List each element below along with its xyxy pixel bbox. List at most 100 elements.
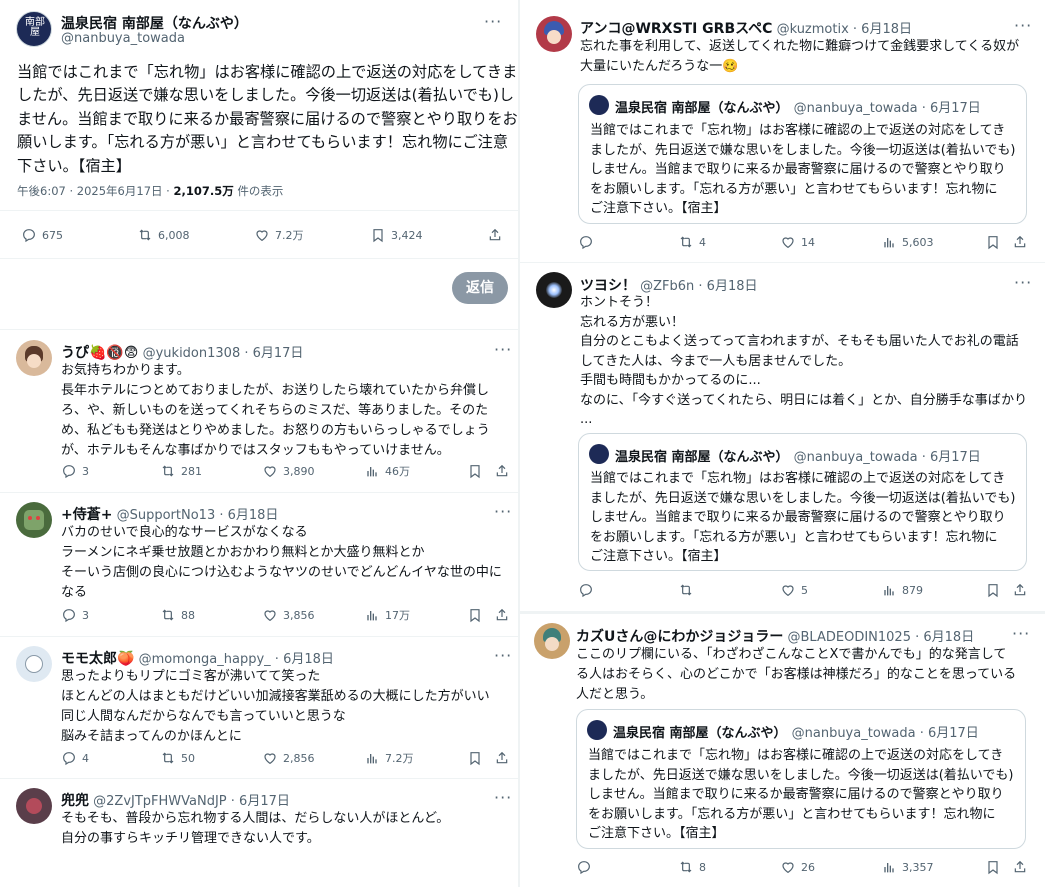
share-action[interactable] (1012, 582, 1028, 598)
share-action[interactable] (1012, 234, 1028, 250)
author-name[interactable]: うぴ🍓🔞😨 (61, 345, 138, 361)
bookmark-action[interactable] (985, 582, 1001, 598)
author-name[interactable]: モモ太郎🍑 (61, 651, 134, 667)
bookmark-action[interactable] (985, 859, 1001, 875)
bookmark-action[interactable] (467, 463, 483, 479)
like-action[interactable]: 7.2万 (254, 227, 304, 243)
reply-line: なる (61, 585, 88, 600)
bookmark-action[interactable]: 3,424 (370, 227, 423, 243)
like-action[interactable]: 14 (780, 234, 815, 250)
reply-icon (61, 463, 77, 479)
like-count: 5 (801, 583, 808, 597)
more-icon[interactable]: ··· (484, 12, 502, 31)
avatar[interactable] (536, 16, 572, 52)
bookmark-action[interactable] (467, 607, 483, 623)
quoted-tweet[interactable]: 温泉民宿 南部屋（なんぶや） @nanbuya_towada · 6月17日 当… (576, 709, 1026, 849)
reply-button[interactable]: 返信 (452, 272, 508, 304)
reply-text: 忘れた事を利用して、返送してくれた物に難癖つけて金銭要求してくる奴が 大量にいた… (580, 37, 1019, 77)
reply-line: 人だと思う。 (576, 687, 654, 702)
like-action[interactable]: 3,890 (262, 463, 315, 479)
share-icon (494, 607, 510, 623)
reply-line: 大量にいたんだろうな一🥴 (580, 59, 739, 74)
author-handle[interactable]: @nanbuya_towada (61, 31, 185, 46)
author-name[interactable]: ツヨシ！ (580, 278, 636, 294)
reply-line: ほとんどの人はまともだけどいい加減接客業舐めるの大概にした方がいい (61, 689, 490, 704)
reply-action[interactable] (578, 234, 594, 250)
repost-action[interactable] (678, 582, 694, 598)
repost-action[interactable]: 4 (678, 234, 706, 250)
author-name[interactable]: +侍蒼+ (61, 507, 112, 523)
share-action[interactable] (494, 607, 510, 623)
repost-action[interactable]: 6,008 (137, 227, 190, 243)
repost-action[interactable]: 8 (678, 859, 706, 875)
more-icon[interactable]: ··· (494, 502, 512, 521)
more-icon[interactable]: ··· (1014, 16, 1032, 35)
more-icon[interactable]: ··· (494, 646, 512, 665)
more-icon[interactable]: ··· (1012, 624, 1030, 643)
more-icon[interactable]: ··· (494, 340, 512, 359)
bookmark-action[interactable] (985, 234, 1001, 250)
author-handle[interactable]: @2ZvJTpFHWVaNdJP · 6月17日 (93, 794, 290, 809)
reply-action[interactable] (578, 582, 594, 598)
avatar[interactable] (536, 272, 572, 308)
bookmark-action[interactable] (467, 750, 483, 766)
views-action[interactable]: 5,603 (881, 234, 934, 250)
author-handle[interactable]: @ZFb6n · 6月18日 (640, 279, 757, 294)
share-action[interactable] (487, 227, 503, 243)
like-action[interactable]: 2,856 (262, 750, 315, 766)
repost-action[interactable]: 281 (160, 463, 202, 479)
author-handle[interactable]: @yukidon1308 · 6月17日 (143, 346, 304, 361)
repost-action[interactable]: 50 (160, 750, 195, 766)
reply-icon (61, 607, 77, 623)
author-name[interactable]: アンコ@WRXSTI GRBスペC (580, 21, 772, 37)
timestamp[interactable]: 午後6:07 · 2025年6月17日 · (17, 184, 173, 198)
reply-action[interactable]: 3 (61, 463, 89, 479)
like-action[interactable]: 26 (780, 859, 815, 875)
author-handle[interactable]: @momonga_happy_ · 6月18日 (139, 652, 334, 667)
views-action[interactable]: 46万 (364, 463, 410, 479)
author-handle[interactable]: @SupportNo13 · 6月18日 (117, 508, 279, 523)
author-handle[interactable]: @kuzmotix · 6月18日 (777, 22, 912, 37)
repost-action[interactable]: 88 (160, 607, 195, 623)
author-handle[interactable]: @BLADEODIN1025 · 6月18日 (788, 630, 975, 645)
share-icon (1012, 582, 1028, 598)
reply-line: なのに、「今すぐ送ってくれたら、明日には着く」とか、自分勝手な事ばかり (580, 392, 1028, 408)
more-icon[interactable]: ··· (494, 788, 512, 807)
like-icon (254, 227, 270, 243)
quote-line: 当館ではこれまで「忘れ物」はお客様に確認の上で返送の対応をしてき (588, 748, 1004, 763)
quote-line: ましたが、先日返送で嫌な思いをしました。今後一切返送は(着払いでも) (590, 142, 1016, 158)
share-action[interactable] (1012, 859, 1028, 875)
reply-action[interactable]: 675 (21, 227, 63, 243)
views-action[interactable]: 17万 (364, 607, 410, 623)
avatar[interactable] (16, 502, 52, 538)
quote-line: ご注意下さい。【宿主】 (590, 549, 727, 564)
repost-icon (160, 607, 176, 623)
avatar[interactable] (534, 623, 570, 659)
like-action[interactable]: 5 (780, 582, 808, 598)
quoted-tweet[interactable]: 温泉民宿 南部屋（なんぶや） @nanbuya_towada · 6月17日 当… (578, 433, 1027, 571)
quoted-tweet[interactable]: 温泉民宿 南部屋（なんぶや） @nanbuya_towada · 6月17日 当… (578, 84, 1027, 224)
view-count: 17万 (385, 609, 410, 622)
share-action[interactable] (494, 750, 510, 766)
share-icon (1012, 234, 1028, 250)
reply-action[interactable]: 4 (61, 750, 89, 766)
author-name[interactable]: 温泉民宿 南部屋（なんぶや） (61, 13, 248, 33)
reply-action[interactable] (576, 859, 592, 875)
reply-icon (21, 227, 37, 243)
reply-line: る人はおそらく、心のどこかで「お客様は神様だろ」的なことを思っている (576, 667, 1017, 682)
share-action[interactable] (494, 463, 510, 479)
views-action[interactable]: 879 (881, 582, 923, 598)
author-name[interactable]: カズUさん@にわかジョジョラー (576, 629, 783, 645)
reply-action[interactable]: 3 (61, 607, 89, 623)
reply-header: うぴ🍓🔞😨 @yukidon1308 · 6月17日 (61, 342, 303, 362)
avatar[interactable] (16, 788, 52, 824)
avatar[interactable] (16, 340, 52, 376)
avatar[interactable]: 南部屋 (16, 11, 52, 47)
more-icon[interactable]: ··· (1014, 273, 1032, 292)
views-action[interactable]: 7.2万 (364, 750, 414, 766)
author-name[interactable]: 兜兜 (61, 793, 89, 809)
repost-icon (160, 750, 176, 766)
avatar[interactable] (16, 646, 52, 682)
like-action[interactable]: 3,856 (262, 607, 315, 623)
views-action[interactable]: 3,357 (881, 859, 934, 875)
